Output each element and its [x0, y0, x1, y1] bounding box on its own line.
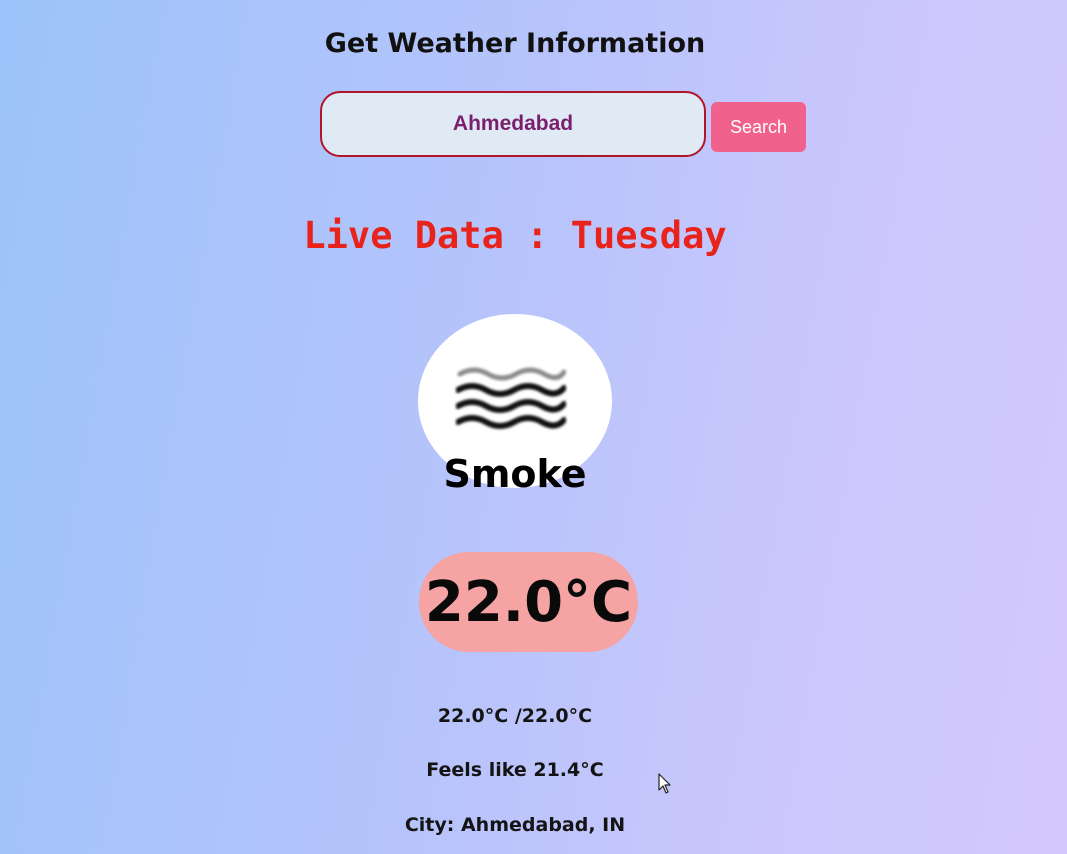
- feels-like-temperature: Feels like 21.4°C: [426, 759, 604, 781]
- weather-condition: Smoke: [443, 452, 587, 496]
- smoke-icon: [456, 367, 566, 429]
- min-max-temperature: 22.0°C /22.0°C: [437, 705, 593, 727]
- temperature-badge: 22.0°C: [419, 552, 638, 652]
- mouse-cursor-icon: [658, 773, 671, 794]
- live-data-heading: Live Data : Tuesday: [303, 214, 727, 257]
- page-title: Get Weather Information: [324, 28, 706, 59]
- search-button[interactable]: Search: [711, 102, 806, 152]
- city-label: City: Ahmedabad, IN: [404, 814, 626, 836]
- city-search-input[interactable]: [320, 91, 706, 157]
